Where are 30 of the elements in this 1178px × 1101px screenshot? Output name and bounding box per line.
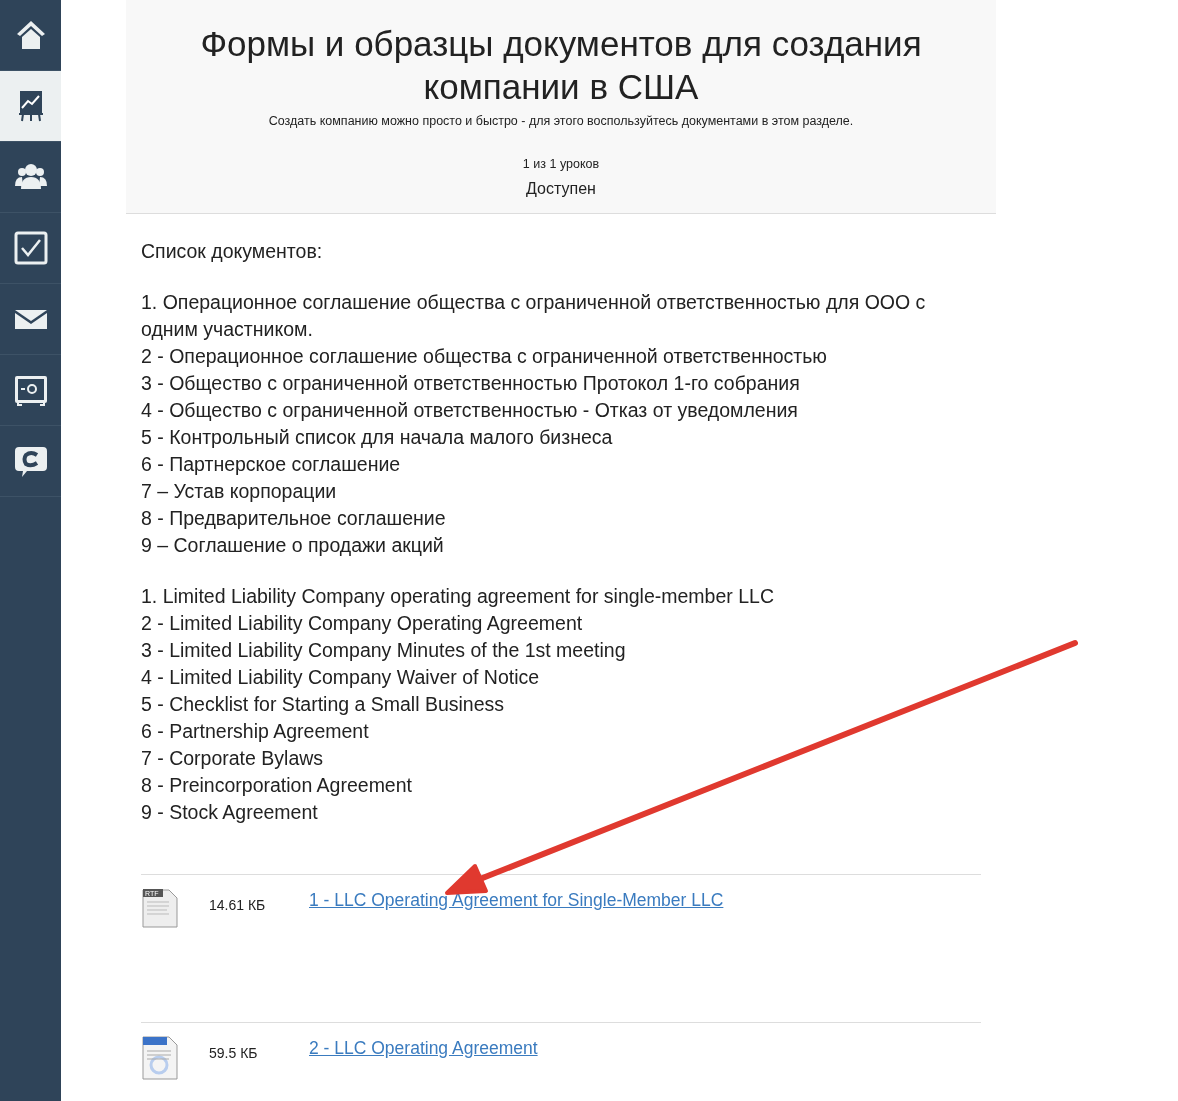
document-list-item: 4 - Общество с ограниченной ответственностью - Отказ от уведомления <box>141 397 799 423</box>
sidebar-item[interactable] <box>0 71 61 142</box>
document-list-item: 3 - Общество с ограниченной ответственностью Протокол 1-го собрания <box>141 370 801 396</box>
document-list-item: 5 - Checklist for Starting a Small Business <box>141 691 506 717</box>
document-list-item: 2 - Операционное соглашение общества с ограниченной ответственностью <box>141 343 828 369</box>
document-list-item: 2 - Limited Liability Company Operating Agreement <box>141 610 584 636</box>
document-list-item: 6 - Partnership Agreement <box>141 718 370 744</box>
file-size: 59.5 КБ <box>209 1043 259 1063</box>
document-list-item: 4 - Limited Liability Company Waiver of Notice <box>141 664 541 690</box>
list-heading: Список документов: <box>141 238 324 264</box>
file-link[interactable]: 2 - LLC Operating Agreement <box>309 1034 538 1061</box>
progress-text: 1 из 1 уроков <box>521 155 601 173</box>
page-title: Формы и образцы документов для создания компании в США <box>199 23 923 108</box>
checkbox-icon <box>12 230 49 266</box>
document-list-item: 8 - Preincorporation Agreement <box>141 772 413 798</box>
document-list-item: 9 - Stock Agreement <box>141 799 319 825</box>
file-link[interactable]: 1 - LLC Operating Agreement for Single-Member LLC <box>309 886 724 913</box>
file-size: 14.61 КБ <box>209 895 267 915</box>
document-list-item: 1. Limited Liability Company operating agreement for single-member LLC <box>141 583 775 609</box>
document-list-item: 5 - Контрольный список для начала малого бизнеса <box>141 424 614 450</box>
document-list-item: 7 – Устав корпорации <box>141 478 338 504</box>
document-list-item: 1. Операционное соглашение общества с ограниченной ответственностью для ООО с одним участником. <box>141 289 927 342</box>
subtitle-text: Создать компанию можно просто и быстро - для этого воспользуйтесь документами в этом разделе. <box>267 113 855 130</box>
document-list-item: 3 - Limited Liability Company Minutes of the 1st meeting <box>141 637 627 663</box>
status-text: Доступен <box>525 178 597 199</box>
word-file-icon <box>141 1034 179 1081</box>
document-list-item: 9 – Соглашение о продажи акций <box>141 532 445 558</box>
document-list-item: 7 - Corporate Bylaws <box>141 745 325 771</box>
document-list-item: 6 - Партнерское соглашение <box>141 451 402 477</box>
document-list-item: 8 - Предварительное соглашение <box>141 505 447 531</box>
